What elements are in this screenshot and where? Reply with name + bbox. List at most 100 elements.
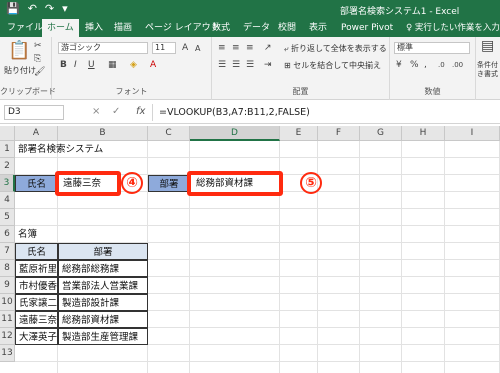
table-cell-name[interactable]: 市村優香 bbox=[15, 277, 58, 294]
row-header-2[interactable]: 2 bbox=[0, 158, 15, 175]
font-color-icon[interactable]: A bbox=[150, 60, 156, 70]
tab-view[interactable]: 表示 bbox=[304, 19, 332, 37]
worksheet-grid[interactable]: A B C D E F G H I 1 2 3 4 5 6 7 8 9 10 11 12 13 部署名検索システム 氏名 遠藤三… bbox=[0, 126, 500, 373]
formula-bar: D3 × ✓ fx =VLOOKUP(B3,A7:B11,2,FALSE) bbox=[0, 100, 500, 124]
insert-function-button[interactable]: fx bbox=[136, 105, 145, 119]
gridline-h bbox=[15, 361, 500, 362]
table-cell-name[interactable]: 藍原祈里 bbox=[15, 260, 58, 277]
paste-icon[interactable]: 📋 bbox=[8, 41, 30, 61]
cell-b3-name-input[interactable]: 遠藤三奈 bbox=[60, 175, 118, 192]
align-middle-icon[interactable]: ≡ bbox=[232, 43, 240, 53]
paste-button-label[interactable]: 貼り付け bbox=[4, 65, 36, 76]
ribbon-tabs: ファイル ホーム 挿入 描画 ページ レイアウト 数式 データ 校閲 表示 Po… bbox=[0, 19, 500, 37]
table-cell-dept[interactable]: 製造部生産管理課 bbox=[58, 328, 148, 345]
align-left-icon[interactable]: ☰ bbox=[218, 60, 226, 70]
formula-input[interactable]: =VLOOKUP(B3,A7:B11,2,FALSE) bbox=[152, 104, 497, 121]
cancel-icon[interactable]: × bbox=[92, 105, 100, 119]
name-box[interactable]: D3 bbox=[4, 105, 64, 120]
row-header-8[interactable]: 8 bbox=[0, 260, 15, 277]
increase-decimal-icon[interactable]: .0 bbox=[438, 60, 445, 70]
italic-button[interactable]: I bbox=[74, 60, 77, 70]
row-header-9[interactable]: 9 bbox=[0, 277, 15, 294]
row-header-7[interactable]: 7 bbox=[0, 243, 15, 260]
undo-icon[interactable]: ↶ bbox=[28, 3, 37, 15]
row-header-3[interactable]: 3 bbox=[0, 175, 15, 192]
customize-qat-icon[interactable]: ▾ bbox=[62, 3, 68, 15]
merge-center-button[interactable]: ⊞ セルを結合して中央揃え bbox=[284, 60, 381, 71]
table-cell-dept[interactable]: 総務部総務課 bbox=[58, 260, 148, 277]
conditional-format-label[interactable]: 条件付き書式 bbox=[477, 61, 499, 79]
bold-button[interactable]: B bbox=[60, 60, 67, 70]
tab-data[interactable]: データ bbox=[238, 19, 275, 37]
row-header-10[interactable]: 10 bbox=[0, 294, 15, 311]
row-header-12[interactable]: 12 bbox=[0, 328, 15, 345]
decrease-decimal-icon[interactable]: .00 bbox=[452, 60, 463, 70]
table-cell-name[interactable]: 氏家譲二 bbox=[15, 294, 58, 311]
tab-review[interactable]: 校閲 bbox=[273, 19, 301, 37]
comma-icon[interactable]: , bbox=[424, 60, 427, 70]
column-header-c[interactable]: C bbox=[148, 126, 190, 141]
decrease-font-icon[interactable]: A bbox=[195, 44, 200, 54]
redo-icon[interactable]: ↷ bbox=[45, 3, 54, 15]
table-cell-dept[interactable]: 製造部設計課 bbox=[58, 294, 148, 311]
column-header-d[interactable]: D bbox=[190, 126, 280, 141]
column-header-g[interactable]: G bbox=[360, 126, 402, 141]
clipboard-group-label: クリップボード bbox=[0, 87, 56, 96]
column-header-a[interactable]: A bbox=[15, 126, 58, 141]
borders-icon[interactable]: ▦ bbox=[108, 60, 117, 70]
wrap-text-button[interactable]: ⤶ 折り返して全体を表示する bbox=[284, 43, 387, 54]
underline-button[interactable]: U bbox=[88, 60, 95, 70]
tab-power-pivot[interactable]: Power Pivot bbox=[336, 19, 398, 37]
table-cell-dept[interactable]: 総務部資材課 bbox=[58, 311, 148, 328]
cell-a1-title[interactable]: 部署名検索システム bbox=[15, 141, 103, 158]
tab-draw[interactable]: 描画 bbox=[109, 19, 137, 37]
indent-icon[interactable]: ⇥ bbox=[264, 60, 272, 70]
currency-icon[interactable]: ¥ bbox=[396, 60, 402, 70]
align-bottom-icon[interactable]: ≡ bbox=[246, 43, 254, 53]
number-group: 標準 ¥ % , .0 .00 数値 bbox=[390, 37, 476, 100]
column-header-b[interactable]: B bbox=[58, 126, 148, 141]
row-header-6[interactable]: 6 bbox=[0, 226, 15, 243]
tab-home[interactable]: ホーム bbox=[42, 19, 79, 37]
cut-icon[interactable]: ✂ bbox=[34, 41, 42, 51]
gridline-v bbox=[359, 141, 360, 373]
row-header-11[interactable]: 11 bbox=[0, 311, 15, 328]
align-top-icon[interactable]: ≡ bbox=[218, 43, 226, 53]
tab-insert[interactable]: 挿入 bbox=[80, 19, 108, 37]
save-icon[interactable]: 💾 bbox=[6, 3, 20, 15]
conditional-format-icon[interactable]: ▤ bbox=[481, 39, 494, 53]
copy-icon[interactable]: ⎘ bbox=[34, 54, 41, 64]
tab-formulas[interactable]: 数式 bbox=[207, 19, 235, 37]
font-group: 游ゴシック 11 A A B I U ▦ ◈ A フォント bbox=[52, 37, 212, 100]
row-header-13[interactable]: 13 bbox=[0, 345, 15, 362]
row-header-5[interactable]: 5 bbox=[0, 209, 15, 226]
cell-a6-roster-title[interactable]: 名簿 bbox=[15, 226, 37, 243]
column-header-i[interactable]: I bbox=[445, 126, 500, 141]
cell-d3-dept-result[interactable]: 総務部資材課 bbox=[193, 175, 279, 192]
align-right-icon[interactable]: ☰ bbox=[246, 60, 254, 70]
cell-a7-header-name[interactable]: 氏名 bbox=[15, 243, 58, 260]
increase-font-icon[interactable]: A bbox=[182, 43, 188, 53]
font-name-select[interactable]: 游ゴシック bbox=[58, 42, 148, 54]
column-header-h[interactable]: H bbox=[402, 126, 445, 141]
table-cell-dept[interactable]: 営業部法人営業課 bbox=[58, 277, 148, 294]
percent-icon[interactable]: % bbox=[410, 60, 419, 70]
cell-c3-dept-label[interactable]: 部署 bbox=[148, 175, 190, 192]
tell-me-search[interactable]: ♀ 実行したい作業を入力してくださ bbox=[406, 19, 500, 37]
fill-color-icon[interactable]: ◈ bbox=[130, 60, 137, 70]
cell-a3-name-label[interactable]: 氏名 bbox=[15, 175, 58, 192]
enter-icon[interactable]: ✓ bbox=[112, 105, 120, 119]
table-cell-name[interactable]: 遠藤三奈 bbox=[15, 311, 58, 328]
row-header-4[interactable]: 4 bbox=[0, 192, 15, 209]
column-header-e[interactable]: E bbox=[280, 126, 318, 141]
column-header-f[interactable]: F bbox=[318, 126, 360, 141]
font-size-select[interactable]: 11 bbox=[152, 42, 176, 54]
row-header-1[interactable]: 1 bbox=[0, 141, 15, 158]
number-format-select[interactable]: 標準 bbox=[394, 42, 470, 54]
align-center-icon[interactable]: ☰ bbox=[232, 60, 240, 70]
cell-b7-header-dept[interactable]: 部署 bbox=[58, 243, 148, 260]
select-all-corner[interactable] bbox=[0, 126, 15, 141]
table-cell-name[interactable]: 大澤英子 bbox=[15, 328, 58, 345]
orientation-icon[interactable]: ↗ bbox=[264, 43, 272, 53]
format-painter-icon[interactable]: 🖌 bbox=[34, 67, 45, 77]
